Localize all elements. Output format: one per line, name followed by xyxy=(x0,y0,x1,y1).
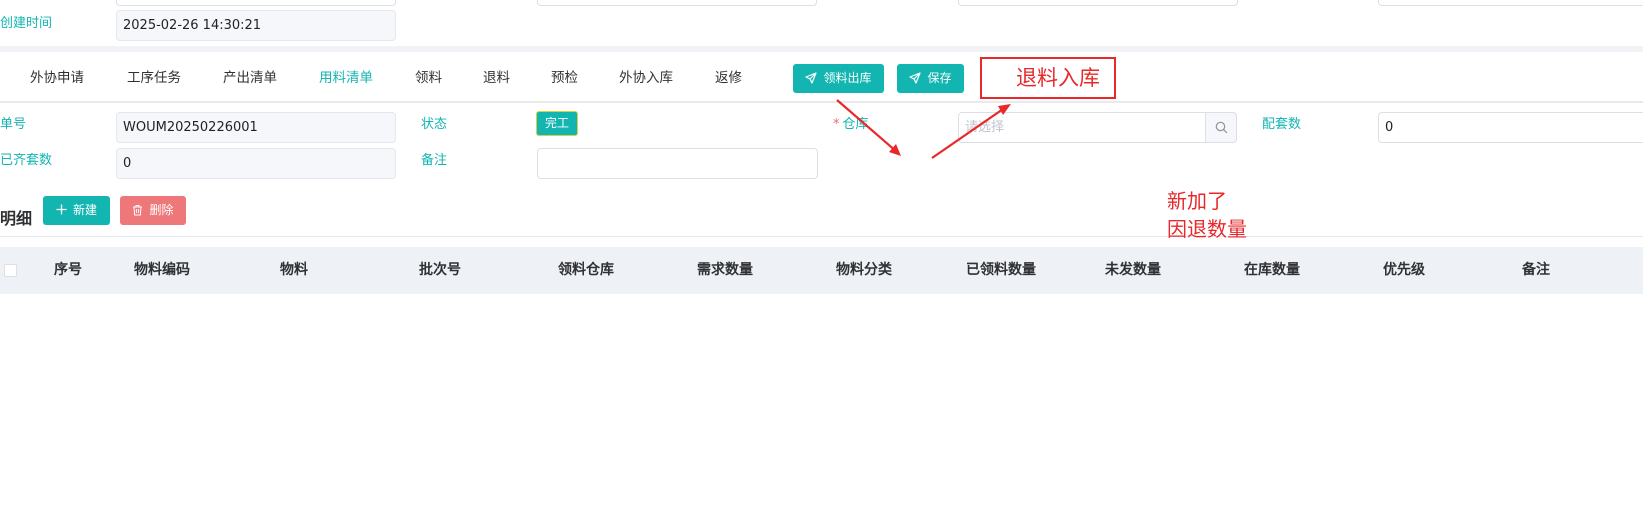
annotation-arrows xyxy=(836,99,1011,159)
annotation-arrow-down xyxy=(836,99,898,153)
annotation-arrowhead-up xyxy=(998,104,1011,115)
annotation-arrow-up xyxy=(931,106,1007,159)
